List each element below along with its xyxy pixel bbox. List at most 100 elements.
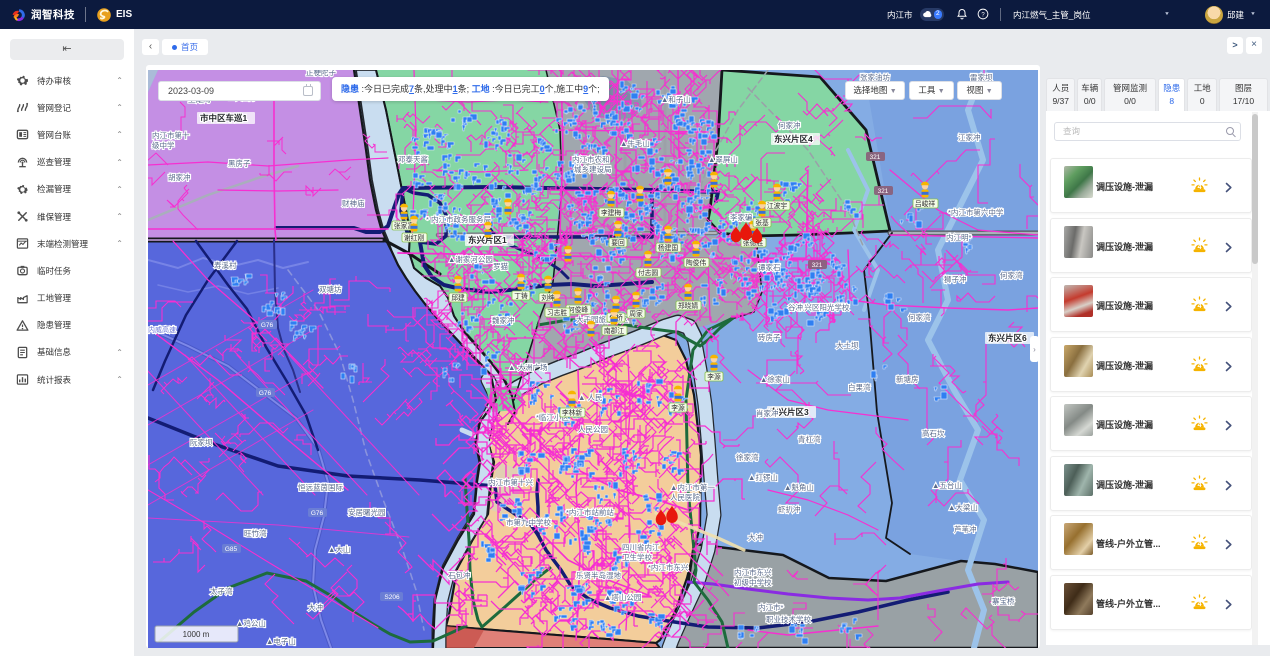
svg-text:旺竹湾: 旺竹湾	[244, 528, 267, 538]
svg-text:大冲: 大冲	[748, 532, 763, 542]
svg-text:▲大山: ▲大山	[328, 544, 350, 554]
svg-text:市第九中学校: 市第九中学校	[506, 517, 551, 527]
svg-text:周家: 周家	[629, 309, 643, 318]
svg-text:卫生学校: 卫生学校	[622, 552, 652, 562]
svg-text:阮家坝: 阮家坝	[190, 437, 213, 447]
svg-text:正梗陀子: 正梗陀子	[306, 70, 336, 77]
svg-text:▲和子山: ▲和子山	[661, 94, 691, 104]
svg-text:▲五台山: ▲五台山	[932, 480, 962, 490]
svg-text:4: 4	[1197, 361, 1201, 370]
svg-text:4: 4	[1197, 539, 1201, 548]
svg-text:石包冲: 石包冲	[448, 570, 471, 580]
svg-text:人民医院: 人民医院	[670, 492, 700, 502]
svg-text:G76: G76	[261, 322, 274, 329]
svg-text:内江市东兴: 内江市东兴	[734, 567, 772, 577]
svg-text:四川省内江: 四川省内江	[622, 542, 660, 552]
svg-text:郑晓婧: 郑晓婧	[678, 301, 699, 310]
svg-text:东兴片区6: 东兴片区6	[988, 333, 1027, 343]
svg-text:*内江市第六中学: *内江市第六中学	[948, 207, 1004, 217]
svg-text:大冲: 大冲	[308, 602, 323, 612]
svg-text:*内江市站前站: *内江市站前站	[566, 507, 614, 517]
svg-text:▲翠屏山: ▲翠屏山	[708, 154, 738, 164]
svg-text:4: 4	[1197, 599, 1201, 608]
svg-text:▲ 人民: ▲ 人民	[578, 393, 603, 402]
svg-text:何家冲: 何家冲	[778, 120, 801, 130]
svg-text:▲电子山: ▲电子山	[266, 636, 296, 646]
svg-text:江家冲: 江家冲	[958, 132, 981, 142]
svg-text:▲塔山公园: ▲塔山公园	[604, 592, 641, 602]
svg-text:321: 321	[870, 154, 881, 161]
svg-text:4: 4	[1197, 182, 1201, 191]
svg-text:双塘坊: 双塘坊	[319, 284, 342, 294]
svg-text:李林新: 李林新	[562, 408, 583, 417]
svg-text:级中学: 级中学	[152, 140, 175, 150]
svg-text:寿溪村: 寿溪村	[214, 260, 237, 270]
svg-text:▲牛毛山: ▲牛毛山	[620, 138, 650, 148]
svg-text:徐家湾: 徐家湾	[736, 452, 759, 462]
svg-text:高石坎: 高石坎	[922, 428, 945, 438]
svg-text:* 内江市政务服务局: * 内江市政务服务局	[426, 214, 491, 224]
svg-text:▲谢家河公园: ▲谢家河公园	[448, 254, 493, 264]
svg-text:江波宇: 江波宇	[767, 201, 788, 210]
svg-text:太子湾: 太子湾	[210, 586, 233, 596]
svg-text:▲鸡公山: ▲鸡公山	[236, 618, 266, 628]
svg-text:吕峻祥: 吕峻祥	[915, 199, 936, 208]
svg-text:内江市*: 内江市*	[758, 602, 783, 612]
svg-text:虾扒冲: 虾扒冲	[778, 504, 801, 514]
svg-text:要回: 要回	[611, 239, 625, 247]
svg-text:G85: G85	[225, 546, 238, 553]
svg-text:李建梅: 李建梅	[601, 208, 622, 217]
svg-text:胡家冲: 胡家冲	[168, 172, 191, 182]
svg-text:4: 4	[1197, 242, 1201, 251]
svg-text:张基: 张基	[755, 218, 769, 227]
svg-text:人民公园: 人民公园	[578, 425, 608, 434]
svg-text:1000 m: 1000 m	[183, 630, 210, 639]
svg-text:安居曙光园: 安居曙光园	[348, 507, 386, 517]
svg-text:▲大梁山: ▲大梁山	[948, 502, 978, 512]
svg-text:李源: 李源	[707, 372, 721, 381]
svg-text:杨建国: 杨建国	[658, 243, 679, 252]
svg-text:内江市农和: 内江市农和	[572, 154, 610, 164]
svg-text:东兴片区4: 东兴片区4	[774, 134, 813, 144]
svg-text:内江市第十兴: 内江市第十兴	[488, 477, 533, 487]
svg-text:罗猫: 罗猫	[493, 261, 508, 271]
svg-text:市中区车巡1: 市中区车巡1	[200, 113, 248, 123]
svg-text:南郡江: 南郡江	[604, 326, 625, 335]
svg-text:砖房子: 砖房子	[758, 332, 781, 342]
svg-text:S206: S206	[384, 594, 400, 601]
svg-text:李源: 李源	[671, 403, 685, 412]
svg-text:321: 321	[878, 188, 889, 195]
svg-text:财神庙: 财神庙	[342, 198, 365, 208]
svg-text:何俊峰: 何俊峰	[568, 305, 589, 314]
svg-text:?: ?	[981, 12, 985, 18]
svg-text:4: 4	[1197, 480, 1201, 489]
svg-text:321: 321	[812, 262, 823, 269]
svg-text:›: ›	[1033, 345, 1036, 354]
svg-text:新塘房: 新塘房	[896, 374, 919, 384]
svg-text:丁铸: 丁铸	[514, 291, 528, 300]
svg-text:谭家石: 谭家石	[758, 262, 781, 272]
svg-text:李家碥: 李家碥	[730, 212, 753, 222]
svg-text:魏家冲: 魏家冲	[492, 315, 515, 325]
svg-text:白果湾: 白果湾	[848, 382, 871, 392]
svg-text:内江市第十: 内江市第十	[152, 130, 190, 140]
svg-text:何家湾: 何家湾	[1000, 270, 1023, 280]
svg-text:邓泰天酱: 邓泰天酱	[398, 154, 428, 164]
svg-text:▲徐家山: ▲徐家山	[760, 374, 790, 384]
svg-text:▲内江市第一: ▲内江市第一	[670, 482, 715, 492]
svg-text:内江明*: 内江明*	[946, 232, 971, 242]
svg-text:G76: G76	[259, 390, 272, 397]
svg-text:谷冲: 谷冲	[788, 302, 803, 312]
svg-text:*内江市东兴: *内江市东兴	[648, 562, 689, 572]
svg-text:付志圆: 付志圆	[638, 268, 659, 277]
svg-text:寨宝桥: 寨宝桥	[992, 596, 1015, 606]
svg-text:青杠湾: 青杠湾	[798, 434, 821, 444]
svg-text:4: 4	[1197, 420, 1201, 429]
svg-text:初级中学校: 初级中学校	[734, 577, 772, 587]
svg-text:G76: G76	[311, 510, 324, 517]
svg-text:内威高速: 内威高速	[148, 325, 176, 334]
svg-text:陶俊伟: 陶俊伟	[686, 258, 707, 267]
svg-text:狮子冲: 狮子冲	[944, 274, 967, 284]
svg-text:谢红刚: 谢红刚	[404, 233, 425, 242]
svg-text:恒远蓝茵国际: 恒远蓝茵国际	[298, 482, 343, 492]
